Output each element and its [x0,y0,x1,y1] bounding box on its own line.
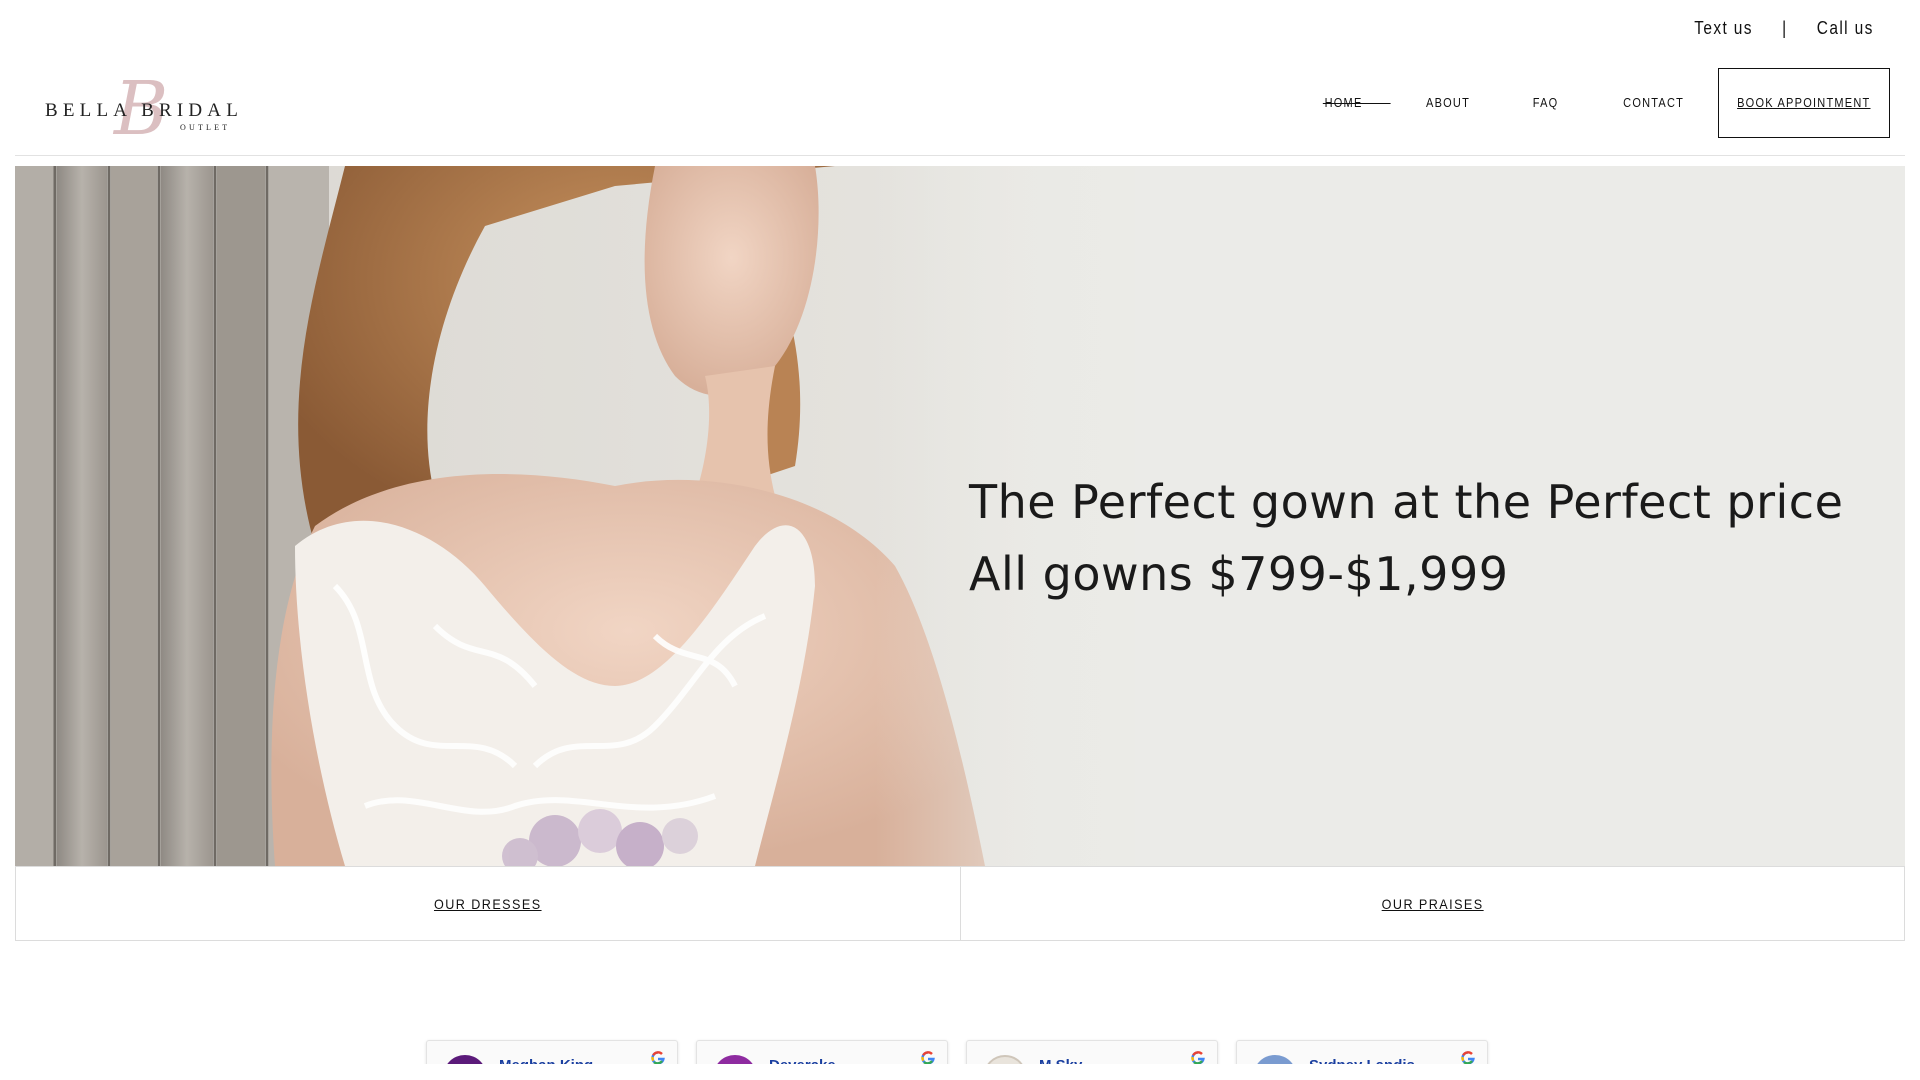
logo-mark: B BELLA BRIDAL OUTLET [45,66,243,152]
text-us-link[interactable]: Text us [1694,18,1753,39]
hero-headline: The Perfect gown at the Perfect price Al… [969,466,1843,610]
viewport-fold [0,1064,1920,1080]
book-appointment-button[interactable]: BOOK APPOINTMENT [1718,68,1890,138]
hero-banner: The Perfect gown at the Perfect price Al… [15,166,1905,866]
svg-text:OUTLET: OUTLET [180,123,230,132]
nav-about[interactable]: ABOUT [1426,96,1470,110]
header-divider [15,155,1905,156]
svg-text:BELLA BRIDAL: BELLA BRIDAL [45,100,243,121]
our-praises-label: OUR PRAISES [1381,895,1484,912]
nav-home[interactable]: HOME [1323,96,1392,110]
our-dresses-label: OUR DRESSES [433,895,542,912]
book-appointment-label: BOOK APPOINTMENT [1737,96,1871,110]
hero-line-1: The Perfect gown at the Perfect price [969,475,1844,529]
our-dresses-tab[interactable]: OUR DRESSES [16,867,960,940]
main-nav: HOME ABOUT FAQ CONTACT BOOK APPOINTMENT [1322,68,1890,138]
nav-contact[interactable]: CONTACT [1623,96,1684,110]
top-contact-bar: Text us | Call us [1694,18,1874,39]
nav-faq[interactable]: FAQ [1533,96,1559,110]
call-us-link[interactable]: Call us [1817,18,1874,39]
bella-bridal-logo[interactable]: B BELLA BRIDAL OUTLET [44,66,254,152]
hero-line-2: All gowns $799-$1,999 [969,547,1509,601]
our-praises-tab[interactable]: OUR PRAISES [959,867,1905,940]
topbar-separator: | [1782,18,1788,38]
section-tabs: OUR DRESSES OUR PRAISES [15,866,1905,941]
site-header: B BELLA BRIDAL OUTLET HOME ABOUT FAQ CON… [0,60,1920,156]
